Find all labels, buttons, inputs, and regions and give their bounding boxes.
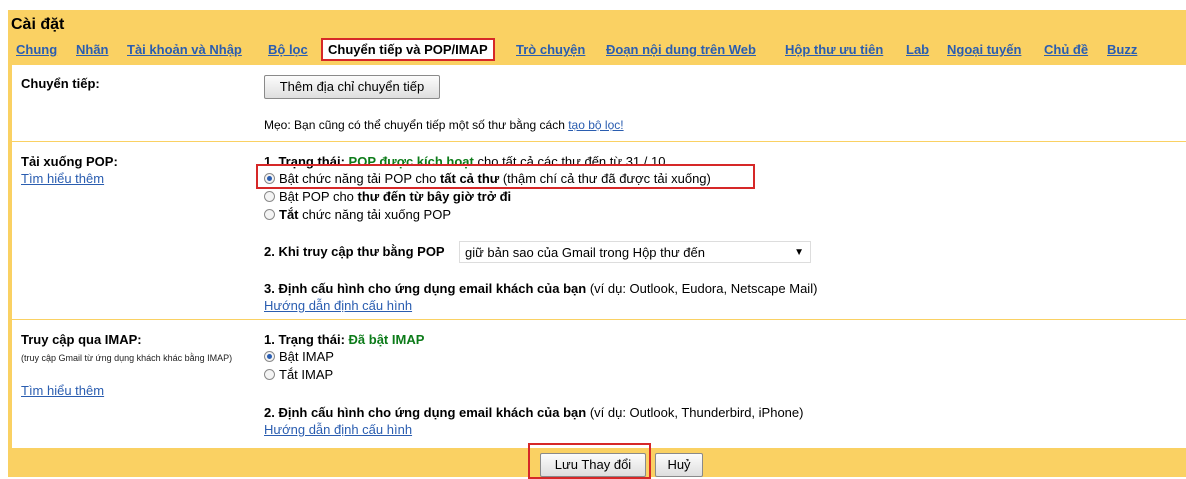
- pop-option-now-pre: Bật POP cho: [279, 189, 358, 204]
- create-filter-link[interactable]: tạo bộ lọc!: [568, 118, 623, 132]
- tab-priority-inbox[interactable]: Hộp thư ưu tiên: [785, 42, 883, 57]
- pop-option-now-bold: thư đến từ bây giờ trở đi: [357, 189, 512, 204]
- imap-option-enable[interactable]: Bật IMAP: [264, 349, 334, 364]
- imap-option-disable[interactable]: Tắt IMAP: [264, 367, 333, 382]
- radio-pop-from-now[interactable]: [264, 191, 275, 202]
- pop-config-label: 3. Định cấu hình cho ứng dụng email khác…: [264, 281, 587, 296]
- pop-config-note: (ví dụ: Outlook, Eudora, Netscape Mail): [589, 281, 818, 296]
- cancel-button[interactable]: Huỷ: [655, 453, 703, 477]
- imap-config-label: 2. Định cấu hình cho ứng dụng email khác…: [264, 405, 587, 420]
- page-title: Cài đặt: [11, 16, 65, 33]
- forwarding-tip-text: Mẹo: Bạn cũng có thể chuyển tiếp một số …: [264, 118, 569, 132]
- save-changes-button[interactable]: Lưu Thay đổi: [540, 453, 646, 477]
- tab-buzz[interactable]: Buzz: [1107, 42, 1137, 57]
- imap-option-enable-label: Bật IMAP: [279, 349, 334, 364]
- pop-option-disable-post: chức năng tải xuống POP: [298, 207, 452, 222]
- tab-themes[interactable]: Chủ đề: [1044, 42, 1088, 57]
- imap-option-disable-label: Tắt IMAP: [279, 367, 334, 382]
- settings-content: Chuyển tiếp: Thêm địa chỉ chuyển tiếp Mẹ…: [12, 64, 1186, 448]
- pop-access-value: giữ bản sao của Gmail trong Hộp thư đến: [465, 245, 705, 260]
- pop-config-guide-link[interactable]: Hướng dẫn định cấu hình: [264, 298, 412, 313]
- chevron-down-icon: ▼: [794, 247, 804, 258]
- pop-label: Tải xuống POP:: [21, 154, 118, 169]
- forwarding-section: Chuyển tiếp: Thêm địa chỉ chuyển tiếp Mẹ…: [12, 64, 1186, 141]
- pop-config-row: 3. Định cấu hình cho ứng dụng email khác…: [264, 281, 817, 296]
- forwarding-tip: Mẹo: Bạn cũng có thể chuyển tiếp một số …: [264, 118, 624, 132]
- pop-learn-more-link[interactable]: Tìm hiểu thêm: [21, 171, 104, 186]
- radio-imap-enable[interactable]: [264, 351, 275, 362]
- forwarding-label: Chuyển tiếp:: [21, 76, 100, 91]
- tab-accounts-import[interactable]: Tài khoản và Nhập: [127, 42, 242, 57]
- tab-chat[interactable]: Trò chuyện: [516, 42, 585, 57]
- tab-labs[interactable]: Lab: [906, 42, 929, 57]
- tab-general[interactable]: Chung: [16, 42, 57, 57]
- tab-web-clips[interactable]: Đoạn nội dung trên Web: [606, 42, 756, 57]
- tab-forwarding-pop-imap[interactable]: Chuyển tiếp và POP/IMAP: [321, 38, 495, 61]
- pop-access-row: 2. Khi truy cập thư bằng POP giữ bản sao…: [264, 241, 1084, 266]
- pop-option-from-now[interactable]: Bật POP cho thư đến từ bây giờ trở đi: [264, 189, 511, 204]
- pop-option-disable[interactable]: Tắt chức năng tải xuống POP: [264, 207, 451, 222]
- tab-labels[interactable]: Nhãn: [76, 42, 109, 57]
- imap-status: 1. Trạng thái: Đã bật IMAP: [264, 332, 424, 347]
- imap-status-value: Đã bật IMAP: [348, 332, 425, 347]
- imap-status-label: 1. Trạng thái:: [264, 332, 345, 347]
- pop-option-highlight: [256, 164, 755, 189]
- add-forwarding-address-button[interactable]: Thêm địa chỉ chuyển tiếp: [264, 75, 440, 99]
- pop-access-label: 2. Khi truy cập thư bằng POP: [264, 244, 445, 259]
- imap-section: Truy cập qua IMAP: (truy cập Gmail từ ứn…: [12, 319, 1186, 443]
- imap-sublabel: (truy cập Gmail từ ứng dụng khách khác b…: [21, 353, 233, 363]
- imap-config-note: (ví dụ: Outlook, Thunderbird, iPhone): [589, 405, 804, 420]
- radio-imap-disable[interactable]: [264, 369, 275, 380]
- pop-option-disable-bold: Tắt: [279, 207, 299, 222]
- imap-config-guide-link[interactable]: Hướng dẫn định cấu hình: [264, 422, 412, 437]
- tab-filters[interactable]: Bộ lọc: [268, 42, 308, 57]
- imap-config-row: 2. Định cấu hình cho ứng dụng email khác…: [264, 405, 803, 420]
- imap-label: Truy cập qua IMAP:: [21, 332, 142, 347]
- tab-offline[interactable]: Ngoại tuyến: [947, 42, 1021, 57]
- pop-access-select[interactable]: giữ bản sao của Gmail trong Hộp thư đến …: [459, 241, 811, 263]
- radio-pop-disable[interactable]: [264, 209, 275, 220]
- imap-learn-more-link[interactable]: Tìm hiểu thêm: [21, 383, 104, 398]
